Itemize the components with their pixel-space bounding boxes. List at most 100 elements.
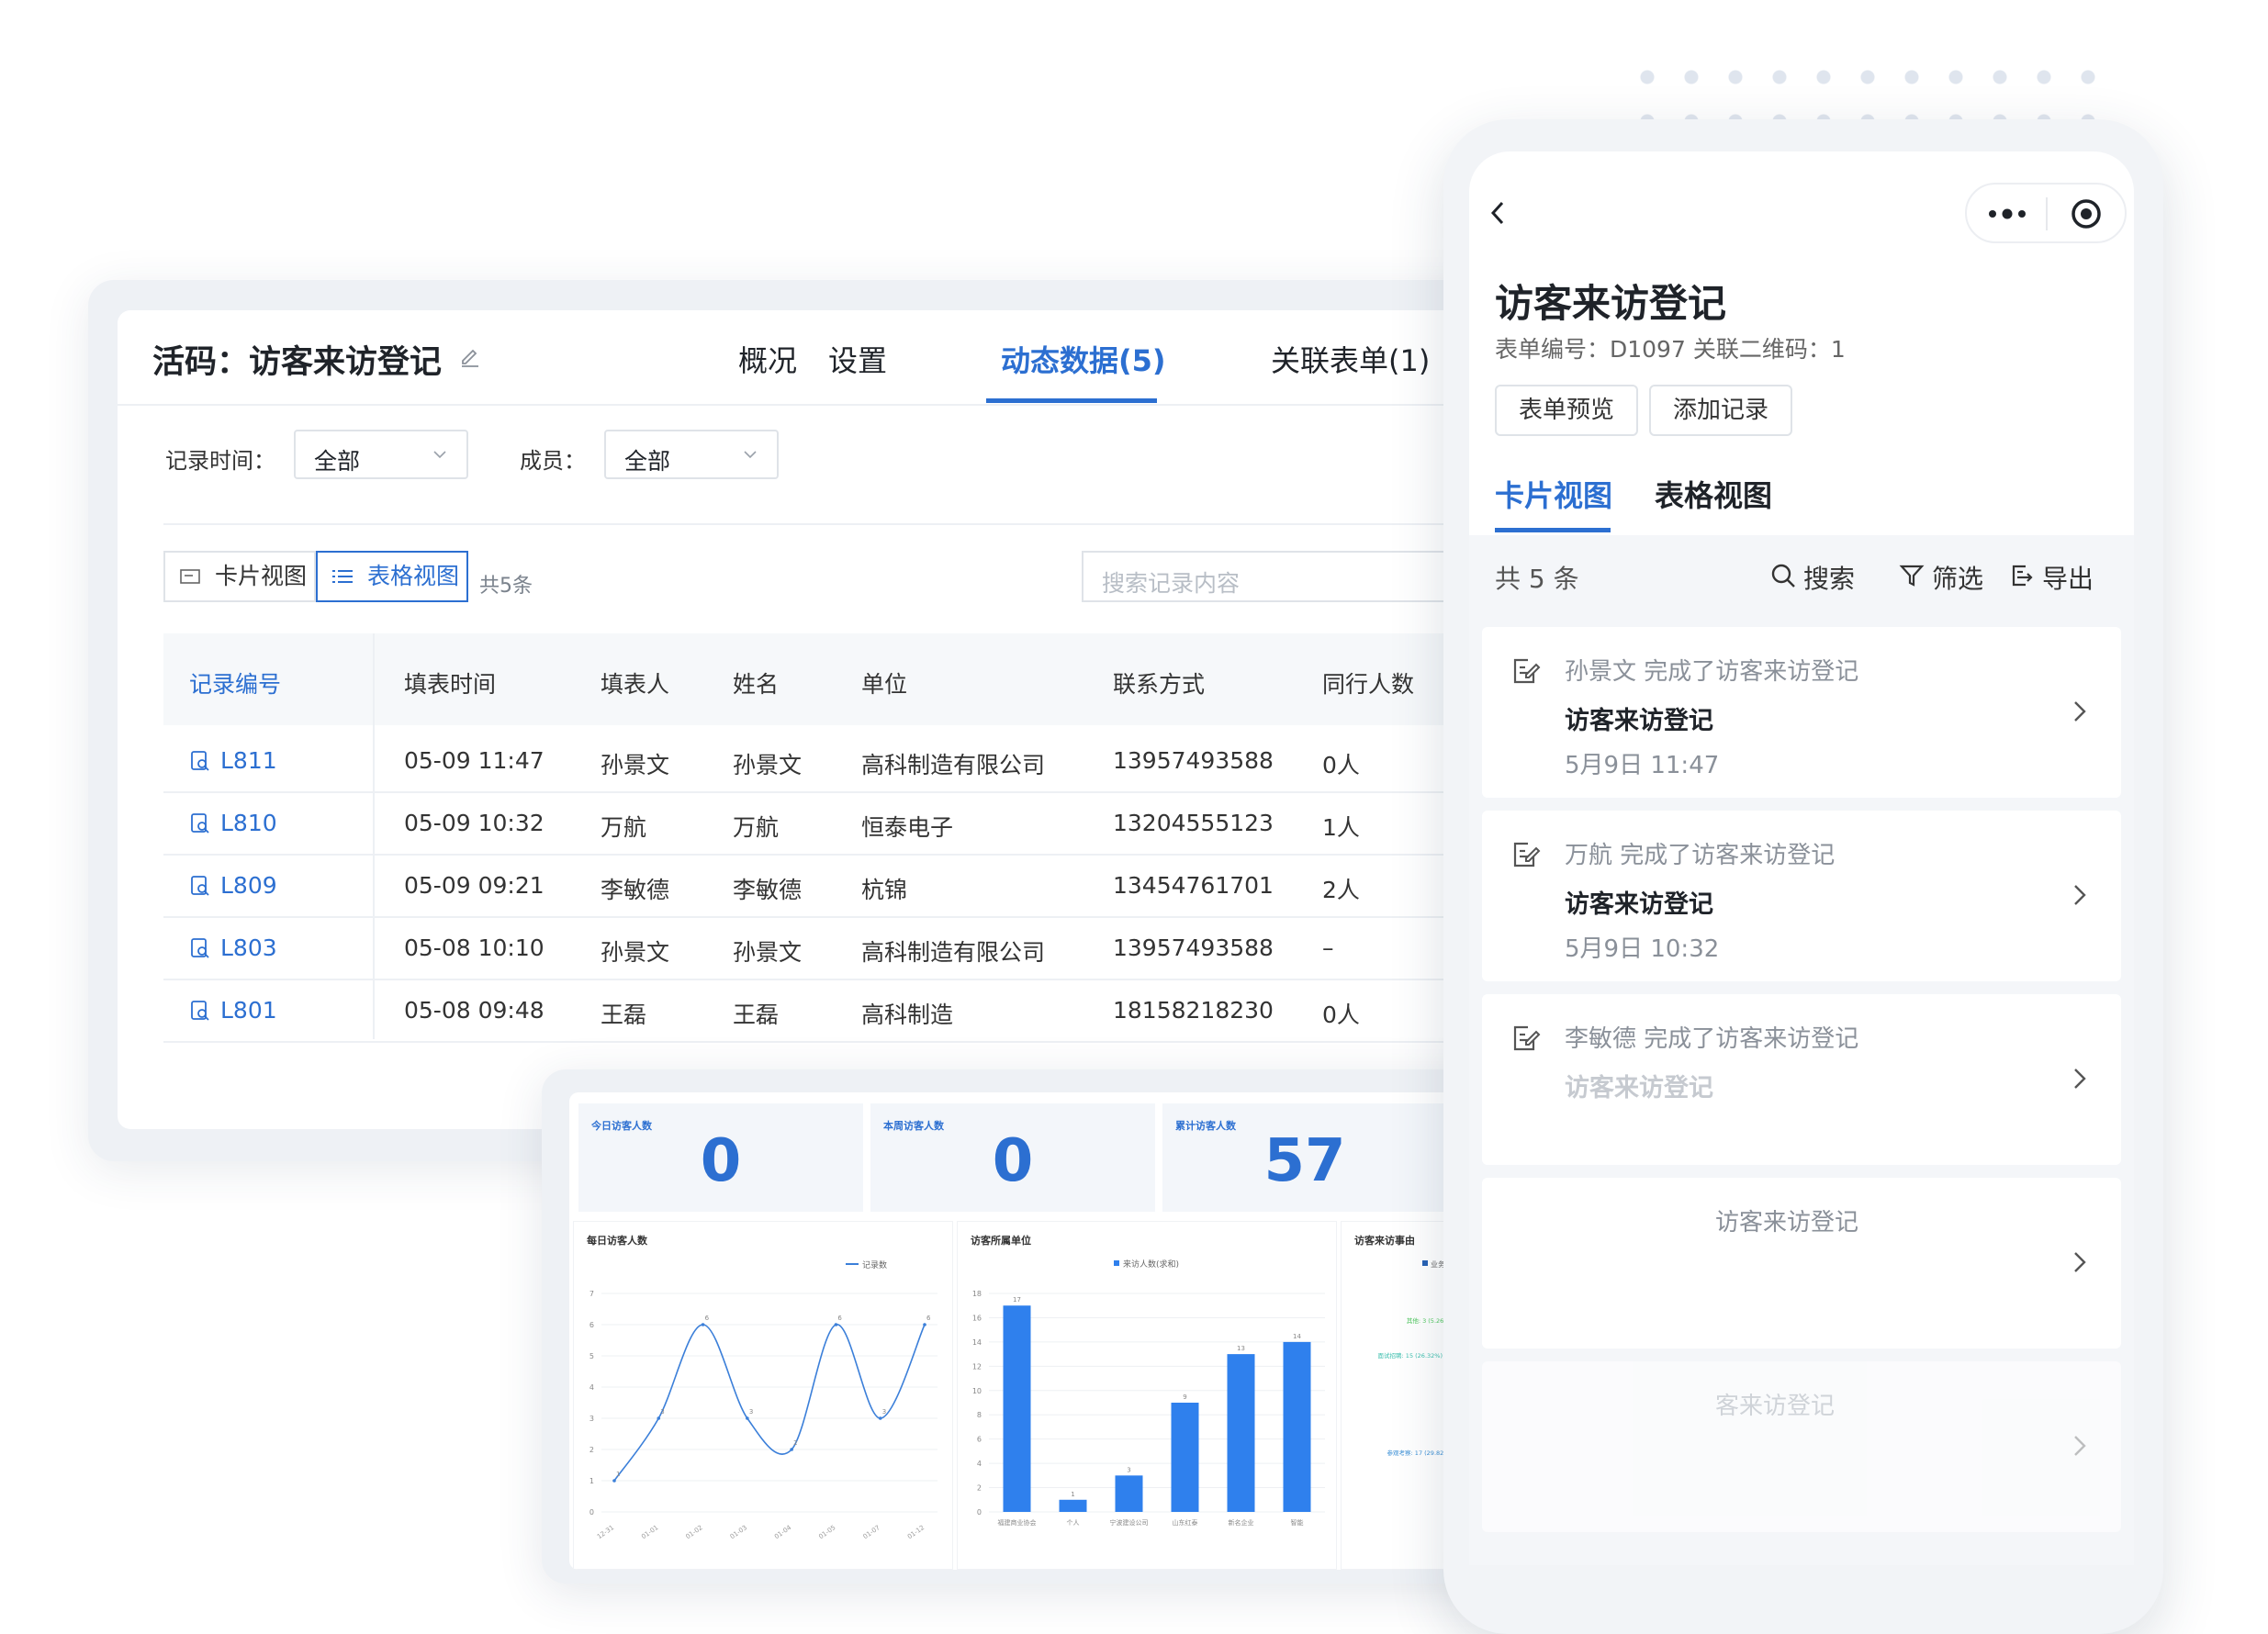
record-card[interactable]: 万航 完成了访客来访登记 访客来访登记 5月9日 10:32	[1482, 811, 2121, 981]
data-label: 3	[749, 1408, 753, 1416]
table-cell: 高科制造有限公司	[861, 939, 1046, 966]
time-filter-label: 记录时间：	[165, 448, 275, 474]
record-id-link[interactable]: L809	[189, 872, 277, 899]
card-form-name: 访客来访登记	[1565, 1074, 1713, 1102]
table-view-button[interactable]: 表格视图	[316, 551, 468, 602]
back-arrow-icon[interactable]	[1488, 199, 1508, 227]
record-card[interactable]: 李敏德 完成了访客来访登记 访客来访登记	[1482, 994, 2121, 1165]
card-submitter: 客来访登记	[1715, 1393, 1836, 1420]
record-icon	[191, 938, 209, 958]
capsule-divider	[2046, 197, 2048, 230]
table-row[interactable]: L809 05-09 09:21 李敏德 李敏德 杭锦 13454761701 2人	[163, 854, 1577, 918]
record-id-link[interactable]: L811	[189, 747, 277, 774]
data-point	[657, 1416, 661, 1420]
record-card[interactable]: 访客来访登记	[1482, 1178, 2121, 1349]
y-tick-label: 5	[589, 1352, 594, 1360]
table-cell: 18158218230	[1113, 997, 1274, 1024]
table-row[interactable]: L810 05-09 10:32 万航 万航 恒泰电子 13204555123 1人	[163, 791, 1577, 856]
x-tick-label: 新名企业	[1229, 1518, 1254, 1527]
x-tick-label: 智能	[1291, 1518, 1304, 1527]
add-record-button[interactable]: 添加记录	[1649, 385, 1792, 436]
close-target-icon[interactable]	[2070, 197, 2103, 230]
tab-overview[interactable]: 概况	[738, 338, 797, 380]
form-record-icon	[1513, 1025, 1541, 1051]
stat-value: 0	[992, 1127, 1034, 1195]
column-header[interactable]: 同行人数	[1322, 666, 1414, 699]
table-cell: 王磊	[601, 1002, 647, 1028]
record-card[interactable]: 客来访登记	[1482, 1361, 2121, 1532]
record-id: L811	[220, 747, 277, 774]
table-cell: 高科制造	[861, 1002, 954, 1028]
record-icon	[191, 751, 209, 771]
table-row[interactable]: L801 05-08 09:48 王磊 王磊 高科制造 18158218230 0人	[163, 979, 1577, 1043]
column-header[interactable]: 单位	[861, 666, 907, 699]
table-view-label: 表格视图	[367, 563, 460, 589]
tab-card-view[interactable]: 卡片视图	[1495, 473, 1612, 515]
x-tick-label: 01-05	[817, 1524, 836, 1540]
table-cell: 孙景文	[601, 939, 670, 966]
data-label: 6	[705, 1315, 710, 1322]
legend-label: 记录数	[862, 1259, 887, 1270]
stat-value: 57	[1263, 1127, 1346, 1195]
data-point	[790, 1448, 793, 1451]
table-cell: 05-09 11:47	[404, 747, 545, 774]
card-submitter: 孙景文 完成了访客来访登记	[1565, 658, 1859, 686]
column-header[interactable]: 记录编号	[189, 666, 281, 699]
record-id-link[interactable]: L801	[189, 997, 277, 1024]
data-label: 3	[660, 1408, 664, 1416]
data-label: 1	[1071, 1491, 1074, 1498]
record-id: L803	[220, 935, 277, 961]
export-button[interactable]: 导出	[2009, 559, 2094, 596]
column-header[interactable]: 填表人	[601, 666, 669, 699]
table-cell: 孙景文	[733, 752, 803, 778]
search-placeholder: 搜索记录内容	[1102, 570, 1241, 597]
card-view-label: 卡片视图	[215, 563, 308, 589]
form-preview-button[interactable]: 表单预览	[1495, 385, 1638, 436]
card-view-button[interactable]: 卡片视图	[163, 551, 316, 602]
edit-icon[interactable]	[459, 345, 481, 367]
export-label: 导出	[2042, 564, 2094, 594]
table-cell: 13957493588	[1113, 935, 1274, 961]
table-cell: 王磊	[733, 1002, 780, 1028]
tab-linked-forms[interactable]: 关联表单(1)	[1271, 338, 1430, 380]
y-tick-label: 3	[589, 1415, 594, 1423]
data-label: 参观考察: 17 (29.82%)	[1387, 1449, 1452, 1457]
table-cell: 孙景文	[601, 752, 670, 778]
member-filter-select[interactable]: 全部	[604, 430, 779, 479]
record-id-link[interactable]: L803	[189, 935, 277, 961]
search-button[interactable]: 搜索	[1770, 559, 1855, 596]
tab-dynamic-data[interactable]: 动态数据(5)	[1001, 338, 1166, 380]
record-id-link[interactable]: L810	[189, 810, 277, 836]
data-point	[878, 1416, 882, 1420]
x-tick-label: 01-07	[862, 1524, 881, 1540]
record-total: 共 5 条	[1495, 564, 1579, 594]
legend-label: 来访人数(求和)	[1123, 1259, 1179, 1270]
card-time: 5月9日 10:32	[1565, 935, 1720, 963]
x-tick-label: 01-04	[773, 1524, 793, 1541]
table-cell: 05-08 10:10	[404, 935, 545, 961]
record-card[interactable]: 孙景文 完成了访客来访登记 访客来访登记 5月9日 11:47	[1482, 627, 2121, 798]
tab-settings[interactable]: 设置	[828, 338, 887, 380]
column-header[interactable]: 填表时间	[404, 666, 496, 699]
time-filter-select[interactable]: 全部	[294, 430, 468, 479]
x-tick-label: 01-02	[684, 1524, 703, 1540]
chevron-right-icon	[2074, 885, 2086, 905]
table-cell: 0人	[1322, 1002, 1360, 1028]
card-submitter: 万航 完成了访客来访登记	[1565, 842, 1836, 869]
active-tab-indicator	[986, 398, 1157, 403]
desktop-window: 活码：访客来访登记 概况 设置 动态数据(5) 关联表单(1) 记录时间： 全部…	[118, 310, 1577, 1129]
table-row[interactable]: L811 05-09 11:47 孙景文 孙景文 高科制造有限公司 13957493588…	[163, 729, 1577, 793]
column-header[interactable]: 联系方式	[1113, 666, 1205, 699]
legend-swatch	[1114, 1260, 1119, 1266]
member-filter-label: 成员：	[520, 448, 586, 474]
more-icon[interactable]	[1987, 207, 2027, 221]
filter-button[interactable]: 筛选	[1899, 559, 1983, 596]
y-tick-label: 12	[972, 1362, 982, 1371]
search-label: 搜索	[1803, 564, 1856, 594]
tab-table-view[interactable]: 表格视图	[1655, 473, 1772, 515]
column-header[interactable]: 姓名	[733, 666, 779, 699]
chevron-down-icon	[744, 451, 757, 459]
table-row[interactable]: L803 05-08 10:10 孙景文 孙景文 高科制造有限公司 13957493588…	[163, 916, 1577, 980]
bar	[1283, 1341, 1311, 1512]
chevron-right-icon	[2074, 1436, 2086, 1456]
